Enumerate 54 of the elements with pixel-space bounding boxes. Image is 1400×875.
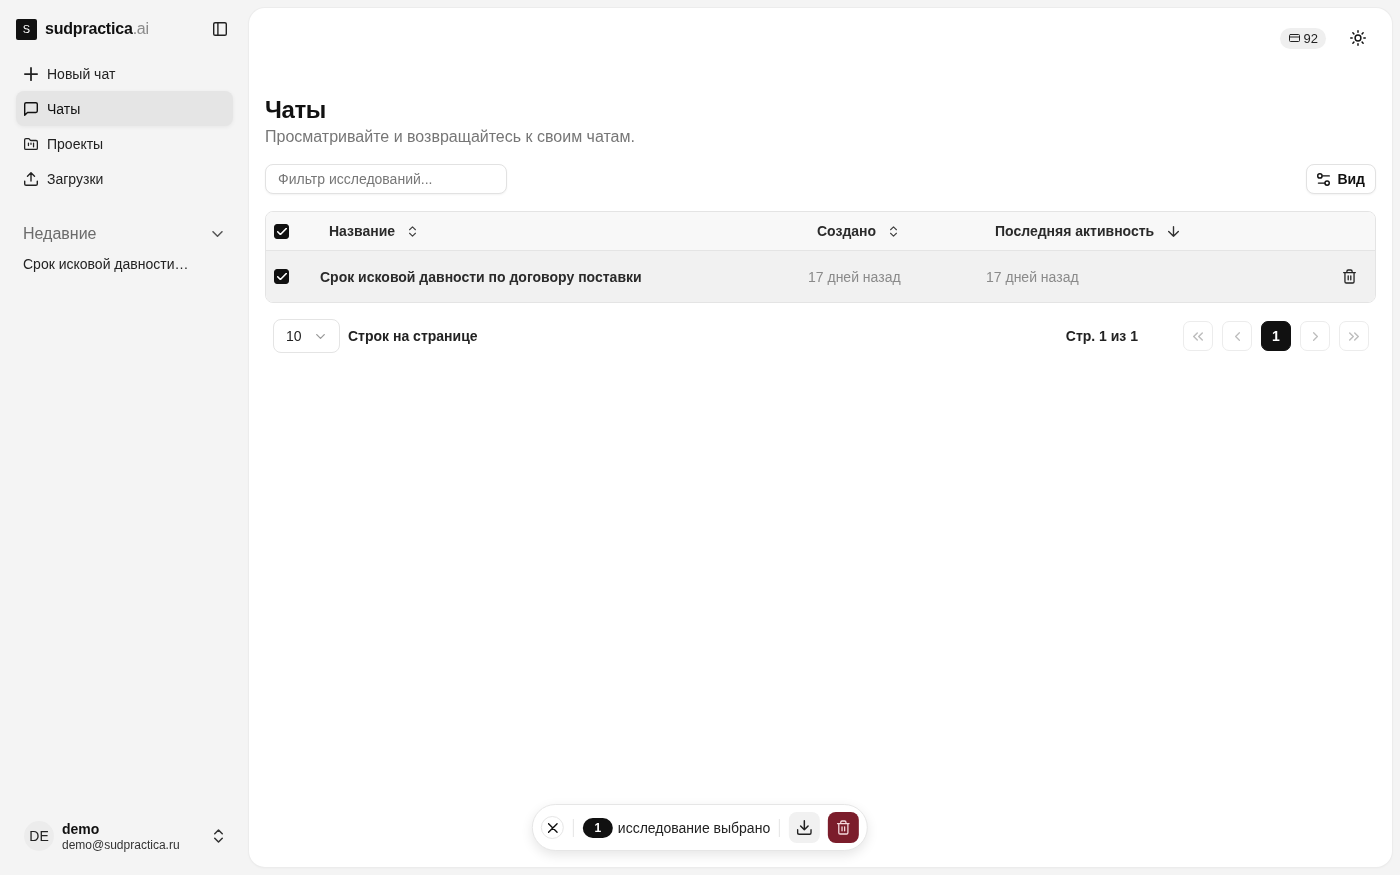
rows-per-page-label: Строк на странице	[348, 328, 478, 344]
nav-item[interactable]: Проекты	[16, 126, 233, 161]
chevron-down-icon	[316, 333, 325, 339]
column-header-button[interactable]: Создано	[808, 216, 907, 246]
column-header-button[interactable]: Последняя активность	[986, 216, 1189, 246]
sun-icon	[1350, 30, 1366, 46]
recent-chat-item[interactable]: Срок исковой давности…	[16, 250, 233, 278]
nav-item[interactable]: Новый чат	[16, 56, 233, 91]
sliders-icon	[1317, 172, 1331, 186]
credit-card-icon	[1288, 34, 1300, 42]
select-all-checkbox[interactable]	[274, 223, 289, 239]
close-icon	[547, 822, 558, 833]
page-button[interactable]: 1	[1261, 321, 1291, 351]
delete-row-button[interactable]	[1342, 269, 1356, 284]
chat-bubble-icon	[24, 101, 38, 116]
delete-selected-button[interactable]	[828, 812, 860, 843]
trash-icon	[1342, 269, 1356, 284]
panel-left-icon	[213, 22, 227, 36]
page-title: Чаты	[265, 96, 327, 124]
chevron-up-down-icon[interactable]	[214, 829, 223, 843]
nav-item[interactable]: Чаты	[16, 91, 233, 126]
row-checkbox[interactable]	[274, 269, 289, 284]
plus-icon	[24, 66, 38, 81]
folder-icon	[24, 136, 38, 151]
user-name: demo	[62, 820, 101, 837]
logo-mark: S	[16, 18, 37, 40]
selection-count-badge: 1	[582, 817, 613, 838]
download-button[interactable]	[789, 812, 821, 843]
upload-icon	[24, 171, 38, 186]
double-chevron-left-icon	[1193, 331, 1203, 341]
credits-badge: 92	[1279, 27, 1326, 49]
table-cell: 17 дней назад	[808, 268, 901, 285]
page-subtitle: Просматривайте и возвращайтесь к своим чатам.	[265, 127, 636, 147]
chat-title-cell[interactable]: Срок исковой давности по договору поставки	[320, 268, 642, 285]
view-button[interactable]: Вид	[1306, 164, 1376, 194]
rows-per-page-select[interactable]: 10	[273, 319, 340, 353]
clear-selection-button[interactable]	[540, 816, 564, 839]
checkmark-icon	[276, 273, 287, 280]
nav-item[interactable]: Загрузки	[16, 161, 233, 196]
checkmark-icon	[276, 227, 287, 235]
download-icon	[797, 820, 813, 835]
trash-icon	[837, 820, 851, 835]
double-chevron-right-icon	[1349, 331, 1359, 341]
column-header-button[interactable]: Название	[320, 216, 426, 246]
chevron-left-icon	[1234, 331, 1240, 341]
user-avatar: DE	[24, 821, 54, 851]
table-cell: 17 дней назад	[986, 268, 1079, 285]
user-email: demo@sudpractica.ru	[62, 837, 181, 852]
filter-input[interactable]: Фильтр исследований...	[265, 164, 507, 194]
selection-label: исследование выбрано	[617, 819, 771, 836]
page-info: Стр. 1 из 1	[1065, 328, 1138, 344]
recent-section-toggle[interactable]: Недавние	[16, 220, 233, 248]
brand-name: sudpractica.ai	[45, 20, 150, 38]
chevron-right-icon	[1312, 331, 1318, 341]
